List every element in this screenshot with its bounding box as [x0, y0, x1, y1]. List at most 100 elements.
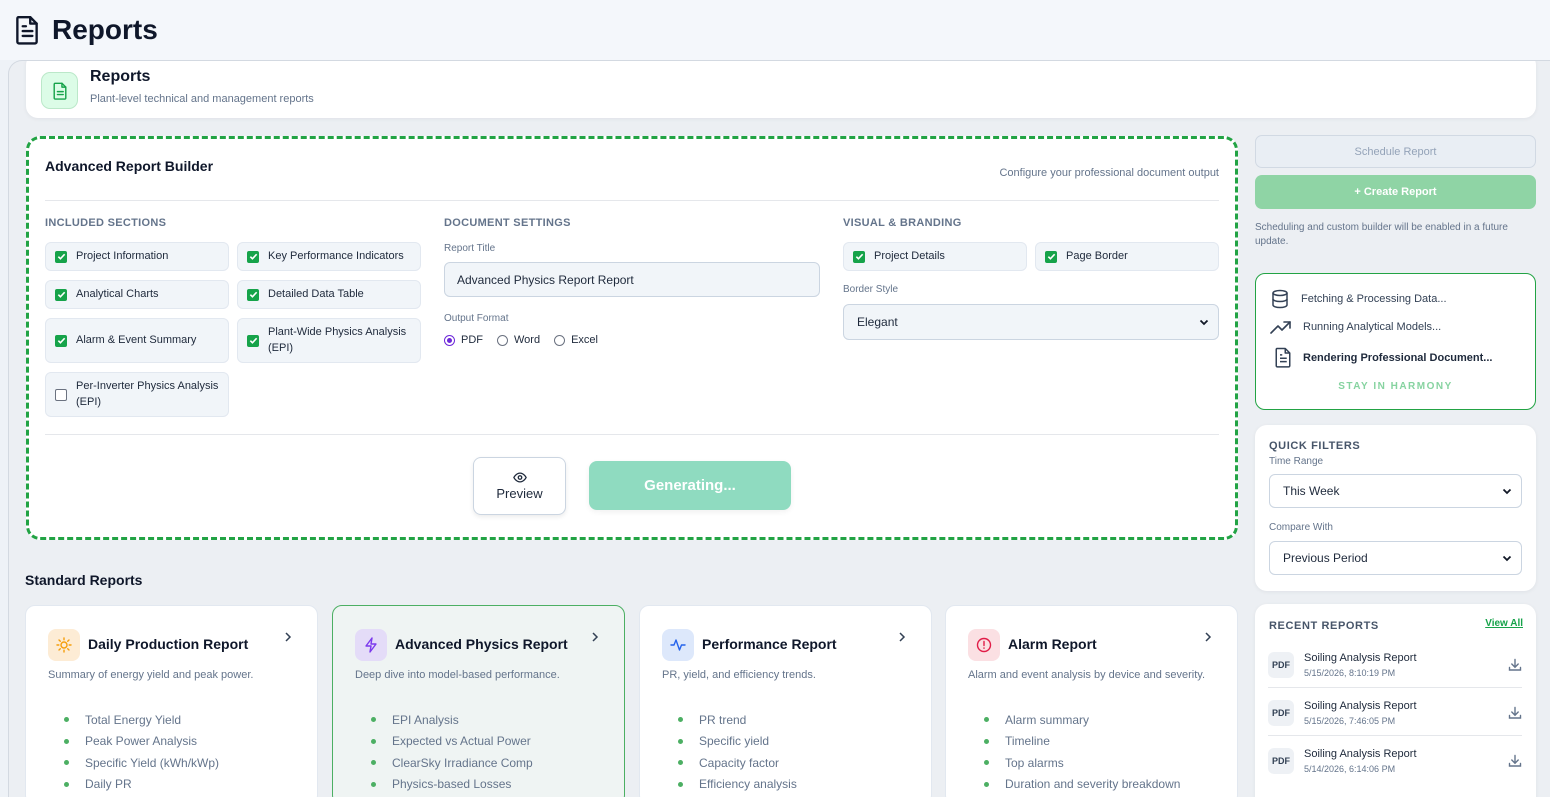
- section-alarm-event-summary[interactable]: Alarm & Event Summary: [45, 318, 229, 363]
- border-style-select[interactable]: Elegant: [843, 304, 1219, 340]
- list-item: PR trend: [678, 709, 797, 731]
- list-item: Peak Power Analysis: [64, 731, 219, 753]
- visual-label: Project Details: [874, 249, 945, 262]
- sun-icon: [48, 629, 80, 661]
- format-word-option[interactable]: Word: [497, 334, 540, 346]
- create-report-button[interactable]: + Create Report: [1255, 175, 1536, 209]
- list-item: Specific Yield (kWh/kWp): [64, 752, 219, 774]
- radio-selected-icon[interactable]: [444, 334, 455, 346]
- chevron-right-icon: [1205, 632, 1212, 642]
- recent-reports-card: RECENT REPORTS View All PDF Soiling Anal…: [1255, 604, 1536, 797]
- chevron-down-icon: [1502, 488, 1512, 495]
- builder-note: Scheduling and custom builder will be en…: [1255, 222, 1508, 247]
- visual-branding-heading: VISUAL & BRANDING: [843, 217, 962, 229]
- checkbox-checked-icon[interactable]: [55, 334, 67, 347]
- compare-with-select[interactable]: Previous Period: [1269, 541, 1522, 575]
- checkbox-checked-icon[interactable]: [55, 288, 67, 301]
- border-style-value: Elegant: [857, 315, 898, 329]
- time-range-select[interactable]: This Week: [1269, 474, 1522, 508]
- status-step-analytics: Running Analytical Models...: [1270, 319, 1441, 335]
- activity-icon: [662, 629, 694, 661]
- list-item: Total Energy Yield: [64, 709, 219, 731]
- report-card-title: Advanced Physics Report: [395, 636, 568, 652]
- format-pdf-option[interactable]: PDF: [444, 334, 483, 346]
- recent-report-item[interactable]: PDF Soiling Analysis Report 5/14/2026, 6:…: [1268, 738, 1522, 784]
- report-card-alarm[interactable]: Alarm Report Alarm and event analysis by…: [945, 605, 1238, 797]
- status-step-label: Running Analytical Models...: [1303, 321, 1442, 333]
- list-item: Daily PR: [64, 774, 219, 796]
- top-bar: Reports: [0, 0, 1550, 60]
- chevron-down-icon: [1199, 319, 1209, 326]
- report-card-description: Deep dive into model-based performance.: [355, 669, 560, 681]
- view-all-link[interactable]: View All: [1485, 618, 1523, 629]
- generation-status-card: Fetching & Processing Data... Running An…: [1255, 273, 1536, 410]
- download-icon[interactable]: [1508, 706, 1522, 720]
- report-card-features: Alarm summary Timeline Top alarms Durati…: [984, 709, 1180, 795]
- list-item: Alarm summary: [984, 709, 1180, 731]
- recent-report-title: Soiling Analysis Report: [1304, 699, 1417, 712]
- report-card-title: Alarm Report: [1008, 636, 1097, 652]
- section-detailed-data-table[interactable]: Detailed Data Table: [237, 280, 421, 309]
- report-title-label: Report Title: [444, 243, 496, 254]
- section-label: Plant-Wide Physics Analysis (EPI): [268, 326, 407, 354]
- list-item: Efficiency analysis: [678, 774, 797, 796]
- radio-icon[interactable]: [497, 334, 508, 346]
- quick-filters-heading: QUICK FILTERS: [1269, 440, 1361, 452]
- lightning-icon: [355, 629, 387, 661]
- header-title: Reports: [90, 68, 151, 85]
- recent-report-date: 5/14/2026, 6:14:06 PM: [1304, 764, 1396, 774]
- list-item: Timeline: [984, 731, 1180, 753]
- section-label: Alarm & Event Summary: [76, 333, 197, 346]
- visual-page-border[interactable]: Page Border: [1035, 242, 1219, 271]
- checkbox-checked-icon[interactable]: [247, 288, 259, 301]
- recent-report-title: Soiling Analysis Report: [1304, 651, 1417, 664]
- checkbox-checked-icon[interactable]: [55, 250, 67, 263]
- format-excel-option[interactable]: Excel: [554, 334, 598, 346]
- time-range-label: Time Range: [1269, 456, 1324, 467]
- generate-button[interactable]: Generating...: [589, 461, 791, 510]
- report-card-advanced-physics[interactable]: Advanced Physics Report Deep dive into m…: [332, 605, 625, 797]
- format-label: PDF: [461, 334, 483, 346]
- report-card-title: Performance Report: [702, 636, 837, 652]
- checkbox-checked-icon[interactable]: [247, 250, 259, 263]
- report-card-daily-production[interactable]: Daily Production Report Summary of energ…: [25, 605, 318, 797]
- report-card-features: EPI Analysis Expected vs Actual Power Cl…: [371, 709, 533, 795]
- list-item: Specific yield: [678, 731, 797, 753]
- download-icon[interactable]: [1508, 658, 1522, 672]
- database-icon: [1272, 289, 1288, 309]
- time-range-value: This Week: [1283, 484, 1340, 498]
- visual-project-details[interactable]: Project Details: [843, 242, 1027, 271]
- recent-report-item[interactable]: PDF Soiling Analysis Report 5/15/2026, 8:…: [1268, 642, 1522, 688]
- report-card-performance[interactable]: Performance Report PR, yield, and effici…: [639, 605, 932, 797]
- document-icon: [1275, 347, 1291, 368]
- report-title-input[interactable]: Advanced Physics Report Report: [444, 262, 820, 297]
- section-kpi[interactable]: Key Performance Indicators: [237, 242, 421, 271]
- eye-icon: [512, 471, 527, 483]
- status-footer: STAY IN HARMONY: [1338, 381, 1453, 392]
- section-analytical-charts[interactable]: Analytical Charts: [45, 280, 229, 309]
- checkbox-checked-icon[interactable]: [853, 250, 865, 263]
- download-icon[interactable]: [1508, 754, 1522, 768]
- output-format-label: Output Format: [444, 313, 509, 324]
- section-plant-wide-physics[interactable]: Plant-Wide Physics Analysis (EPI): [237, 318, 421, 363]
- recent-report-item[interactable]: PDF Soiling Analysis Report 5/15/2026, 7:…: [1268, 690, 1522, 736]
- builder-title: Advanced Report Builder: [45, 158, 214, 174]
- preview-button[interactable]: Preview: [473, 457, 566, 515]
- included-sections-heading: INCLUDED SECTIONS: [45, 217, 167, 229]
- status-step-label: Fetching & Processing Data...: [1301, 293, 1447, 305]
- checkbox-checked-icon[interactable]: [1045, 250, 1057, 263]
- radio-icon[interactable]: [554, 334, 566, 346]
- schedule-report-button[interactable]: Schedule Report: [1255, 135, 1536, 168]
- section-project-information[interactable]: Project Information: [45, 242, 229, 271]
- reports-header-card: Reports Plant-level technical and manage…: [26, 61, 1536, 118]
- status-step-rendering: Rendering Professional Document...: [1274, 347, 1492, 368]
- status-step-fetching: Fetching & Processing Data...: [1270, 289, 1447, 309]
- standard-reports-heading: Standard Reports: [25, 572, 143, 588]
- pdf-badge: PDF: [1268, 651, 1294, 678]
- visual-label: Page Border: [1066, 249, 1128, 262]
- section-label: Key Performance Indicators: [268, 249, 404, 262]
- checkbox-unchecked-icon[interactable]: [55, 388, 67, 401]
- document-icon: [16, 15, 38, 45]
- section-per-inverter-physics[interactable]: Per-Inverter Physics Analysis (EPI): [45, 372, 229, 417]
- checkbox-checked-icon[interactable]: [247, 334, 259, 347]
